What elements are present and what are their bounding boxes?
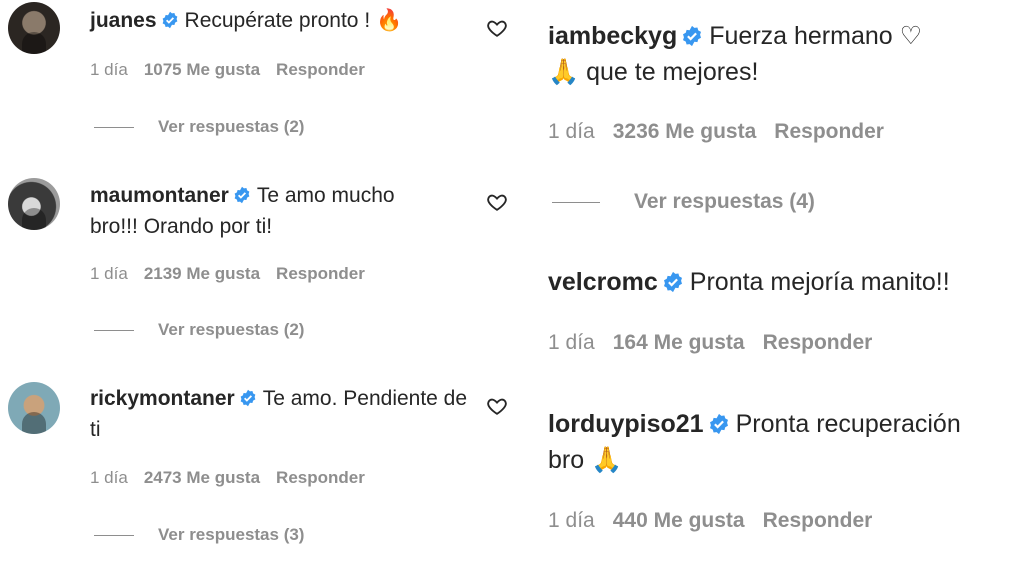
comment-text: Pronta mejoría manito!! — [689, 268, 950, 296]
comments-column-right: iambeckyg Fuerza hermano ♡ 🙏 que te mejor… — [532, 0, 1024, 576]
comment-body: rickymontaner Te amo. Pendiente de ti — [90, 383, 480, 445]
avatar[interactable] — [8, 382, 60, 434]
verified-badge-icon — [162, 11, 177, 29]
verified-badge-icon — [663, 271, 682, 292]
reply-button[interactable]: Responder — [276, 60, 365, 79]
comment-meta: 1 día 3236 Me gusta Responder — [548, 120, 902, 144]
comment-text-line: lorduypiso21 Pronta recuperación bro 🙏 — [548, 406, 1018, 478]
reply-button[interactable]: Responder — [276, 264, 365, 283]
comment-text-line: juanes Recupérate pronto ! 🔥 — [90, 5, 480, 36]
comment-time: 1 día — [548, 120, 595, 143]
likes-count[interactable]: 440 Me gusta — [613, 509, 745, 532]
username[interactable]: velcromc — [548, 268, 658, 296]
view-replies-button[interactable]: Ver respuestas (2) — [94, 117, 304, 137]
likes-count[interactable]: 164 Me gusta — [613, 331, 745, 354]
likes-count[interactable]: 2473 Me gusta — [144, 468, 260, 487]
comment-text-line: rickymontaner Te amo. Pendiente de ti — [90, 383, 470, 445]
verified-badge-icon — [234, 186, 250, 204]
likes-count[interactable]: 1075 Me gusta — [144, 60, 260, 79]
praying-hands-emoji: 🙏 — [548, 57, 580, 86]
divider-dash — [94, 330, 134, 332]
praying-hands-emoji: 🙏 — [591, 445, 623, 474]
view-replies-label: Ver respuestas (2) — [158, 117, 305, 136]
comment-meta: 1 día 440 Me gusta Responder — [548, 509, 890, 533]
like-heart-icon[interactable] — [486, 17, 508, 39]
like-heart-icon[interactable] — [486, 191, 508, 213]
reply-button[interactable]: Responder — [774, 120, 884, 143]
likes-count[interactable]: 3236 Me gusta — [613, 120, 757, 143]
view-replies-label: Ver respuestas (3) — [158, 525, 305, 544]
comment-meta: 1 día 2473 Me gusta Responder — [90, 468, 381, 488]
comment-text-line: iambeckyg Fuerza hermano ♡ 🙏 que te mejor… — [548, 18, 1008, 90]
comment-text: Pronta recuperación — [735, 410, 961, 438]
comment-text-line: maumontaner Te amo mucho bro!!! Orando po… — [90, 180, 430, 242]
reply-button[interactable]: Responder — [763, 331, 873, 354]
comment-text: Fuerza hermano — [709, 22, 893, 50]
comment-time: 1 día — [90, 60, 128, 79]
view-replies-label: Ver respuestas (2) — [158, 320, 305, 339]
comment-time: 1 día — [90, 468, 128, 487]
verified-badge-icon — [683, 25, 702, 46]
comment-time: 1 día — [90, 264, 128, 283]
comment-time: 1 día — [548, 509, 595, 532]
likes-count[interactable]: 2139 Me gusta — [144, 264, 260, 283]
comment-text: Recupérate pronto ! — [184, 9, 371, 32]
fire-emoji: 🔥 — [376, 8, 403, 32]
divider-dash — [94, 535, 134, 537]
reply-button[interactable]: Responder — [763, 509, 873, 532]
verified-badge-icon — [240, 389, 256, 407]
comments-column-left: juanes Recupérate pronto ! 🔥 1 día 1075 Me… — [0, 0, 520, 576]
like-heart-icon[interactable] — [486, 395, 508, 417]
comment-meta: 1 día 1075 Me gusta Responder — [90, 60, 381, 80]
view-replies-button[interactable]: Ver respuestas (2) — [94, 320, 304, 340]
comment-body: juanes Recupérate pronto ! 🔥 — [90, 5, 480, 36]
comment-text-continued: que te mejores! — [586, 58, 759, 86]
view-replies-button[interactable]: Ver respuestas (3) — [94, 525, 304, 545]
divider-dash — [94, 127, 134, 129]
comment-text-line: velcromc Pronta mejoría manito!! — [548, 264, 1018, 300]
divider-dash — [552, 201, 600, 203]
comment-body: maumontaner Te amo mucho bro!!! Orando po… — [90, 180, 480, 242]
white-heart-emoji: ♡ — [899, 21, 923, 50]
comment-meta: 1 día 164 Me gusta Responder — [548, 331, 890, 355]
comment-time: 1 día — [548, 331, 595, 354]
username[interactable]: lorduypiso21 — [548, 410, 704, 438]
avatar[interactable] — [8, 2, 60, 54]
comment-text-continued: bro — [548, 446, 585, 474]
verified-badge-icon — [709, 413, 728, 434]
view-replies-button[interactable]: Ver respuestas (4) — [552, 190, 815, 214]
reply-button[interactable]: Responder — [276, 468, 365, 487]
username[interactable]: rickymontaner — [90, 387, 235, 410]
username[interactable]: maumontaner — [90, 184, 229, 207]
avatar[interactable] — [8, 178, 60, 230]
view-replies-label: Ver respuestas (4) — [634, 190, 815, 213]
username[interactable]: juanes — [90, 9, 157, 32]
username[interactable]: iambeckyg — [548, 22, 677, 50]
comment-meta: 1 día 2139 Me gusta Responder — [90, 264, 381, 284]
